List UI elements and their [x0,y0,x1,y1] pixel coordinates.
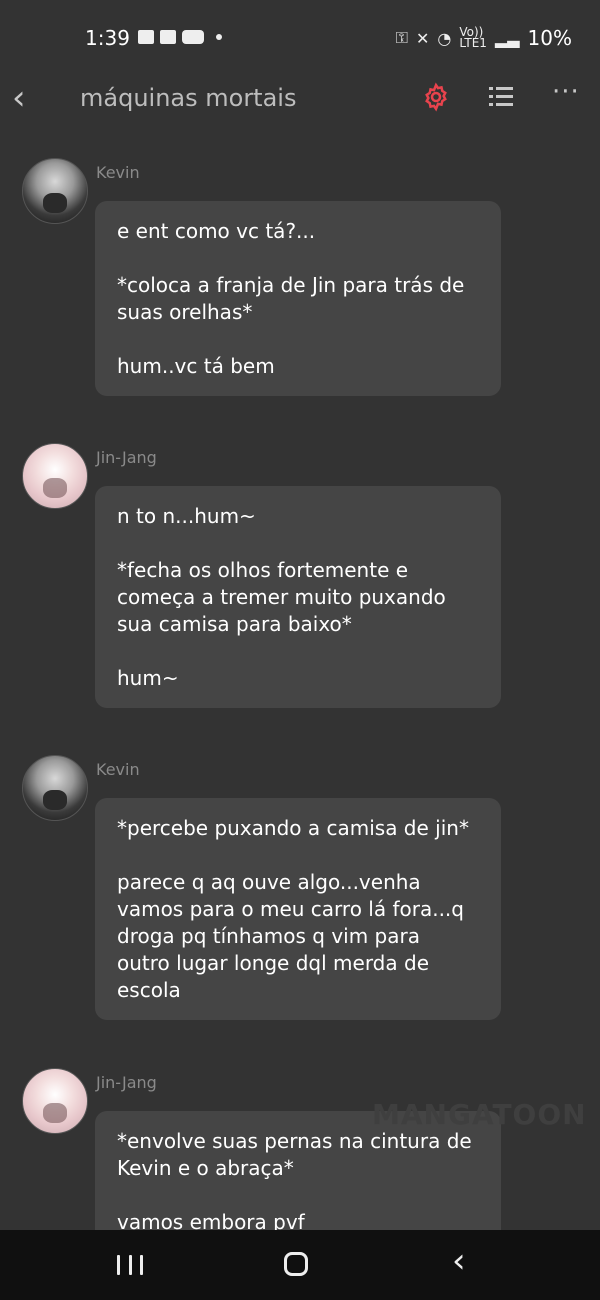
network-type: Vo)) LTE1 [459,26,487,50]
status-time: 1:39 [85,26,130,50]
message-text: e ent como vc tá?... [117,219,316,243]
avatar[interactable] [22,443,88,509]
home-icon[interactable] [284,1252,308,1276]
message-text: hum~ [117,666,179,690]
message-bubble[interactable]: n to n...hum~ *fecha os olhos fortemente… [95,486,501,708]
more-notifications-dot-icon [216,34,222,40]
watermark: MANGATOON [372,1098,587,1131]
battery-level: 10% [527,26,572,50]
sender-name: Jin-Jang [96,1073,157,1092]
recent-apps-icon[interactable] [117,1255,143,1275]
avatar-image [43,478,67,498]
signal-icon: ▂▃ [494,28,520,48]
mute-icon: ✕ [415,28,430,48]
message-text: n to n...hum~ [117,504,256,528]
app-header: ‹ máquinas mortais ··· [0,78,600,130]
vpn-key-icon: ⚿ [395,28,408,47]
youtube-icon [182,30,204,44]
avatar[interactable] [22,1068,88,1134]
system-status-icons: ⚿ ✕ ◔ Vo)) LTE1 ▂▃ 10% [396,26,572,50]
avatar[interactable] [22,755,88,821]
avatar-image [43,790,67,810]
status-bar: 1:39 ⚿ ✕ ◔ Vo)) LTE1 ▂▃ 10% [0,0,600,78]
nav-back-icon[interactable]: ‹ [452,1244,466,1278]
avatar[interactable] [22,158,88,224]
page-title: máquinas mortais [80,84,297,112]
lte-label: LTE1 [459,36,487,50]
wifi-icon: ◔ [437,28,452,48]
gallery-icon [138,30,154,44]
sender-name: Kevin [96,163,140,182]
message-text: *percebe puxando a camisa de jin* [117,816,469,840]
message-bubble[interactable]: e ent como vc tá?... *coloca a franja de… [95,201,501,396]
list-icon[interactable] [486,84,516,110]
settings-gear-icon[interactable] [421,82,451,112]
message-text: vamos embora pvf [117,1210,305,1230]
back-button[interactable]: ‹ [12,80,38,120]
message-text: parece q aq ouve algo...venha vamos para… [117,870,464,1002]
message-text: *envolve suas pernas na cintura de Kevin… [117,1129,472,1180]
message-list[interactable]: Kevin e ent como vc tá?... *coloca a fra… [0,140,600,1230]
avatar-image [43,1103,67,1123]
notification-icons [138,30,222,44]
sender-name: Kevin [96,760,140,779]
sender-name: Jin-Jang [96,448,157,467]
app-notification-icon [160,30,176,44]
message-bubble[interactable]: *percebe puxando a camisa de jin* parece… [95,798,501,1020]
message-text: *coloca a franja de Jin para trás de sua… [117,273,465,324]
message-text: hum..vc tá bem [117,354,275,378]
message-text: *fecha os olhos fortemente e começa a tr… [117,558,446,636]
avatar-image [43,193,67,213]
system-nav-bar: ‹ [0,1230,600,1300]
more-options-icon[interactable]: ··· [552,79,582,112]
